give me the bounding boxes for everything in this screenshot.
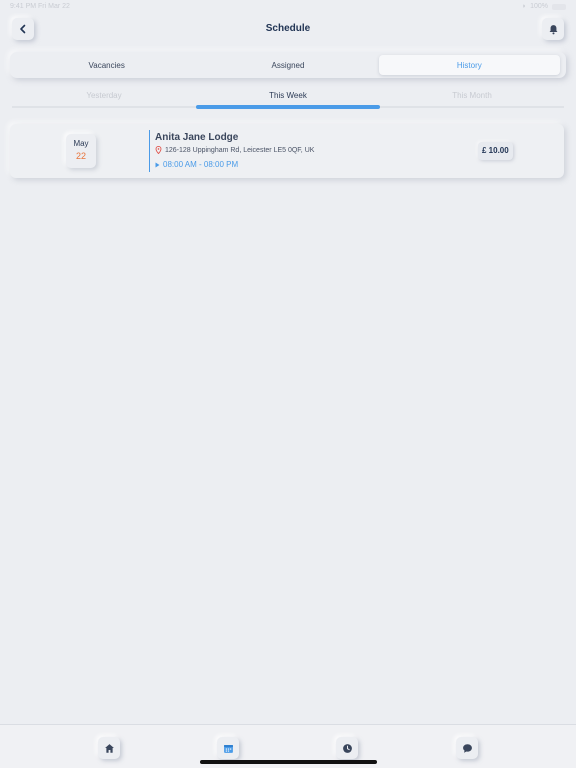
segment-history[interactable]: History: [378, 55, 560, 75]
map-pin-icon: [155, 146, 162, 154]
tab-this-month[interactable]: This Month: [380, 88, 564, 104]
home-indicator: [200, 760, 377, 764]
wifi-icon: ◗: [521, 3, 527, 10]
page-title: Schedule: [265, 23, 311, 34]
clock-icon: [342, 743, 352, 753]
shift-card[interactable]: May 22 Anita Jane Lodge 126-128 Uppingha…: [10, 124, 564, 178]
date-badge: May 22: [66, 134, 96, 168]
status-clock: 9:41 PM: [10, 3, 37, 10]
period-tabs: Yesterday This Week This Month: [12, 88, 564, 110]
nav-chat-button[interactable]: [456, 737, 478, 759]
segment-vacancies[interactable]: Vacancies: [16, 55, 197, 75]
header: Schedule: [0, 14, 576, 48]
shift-time-text: 08:00 AM - 08:00 PM: [163, 160, 239, 169]
tab-yesterday[interactable]: Yesterday: [12, 88, 196, 104]
battery-icon: [552, 3, 566, 10]
status-right: ◗ 100%: [522, 3, 566, 10]
status-bar: 9:41 PM Fri Mar 22 ◗ 100%: [0, 0, 576, 14]
shift-price: £ 10.00: [478, 142, 513, 160]
date-day: 22: [75, 151, 86, 161]
chat-icon: [462, 743, 472, 753]
play-icon: [155, 162, 160, 167]
status-time: 9:41 PM Fri Mar 22: [10, 3, 70, 10]
shift-location-name: Anita Jane Lodge: [155, 132, 239, 143]
nav-clock-button[interactable]: [336, 737, 358, 759]
shift-address-text: 126-128 Uppingham Rd, Leicester LE5 0QF,…: [165, 146, 315, 154]
tab-indicator: [196, 105, 380, 109]
date-month: May: [73, 139, 89, 148]
tab-this-week[interactable]: This Week: [196, 88, 380, 104]
bell-icon: [549, 24, 557, 34]
calendar-icon: [223, 744, 233, 753]
battery-percent: 100%: [530, 3, 548, 10]
nav-calendar-button[interactable]: [217, 737, 239, 759]
shift-time: 08:00 AM - 08:00 PM: [155, 160, 238, 169]
status-date: Fri Mar 22: [38, 3, 70, 10]
segmented-control: Vacancies Assigned History: [10, 52, 566, 78]
segment-assigned[interactable]: Assigned: [197, 55, 378, 75]
card-divider: [149, 130, 150, 172]
shift-address: 126-128 Uppingham Rd, Leicester LE5 0QF,…: [155, 146, 314, 154]
home-icon: [104, 743, 114, 753]
nav-home-button[interactable]: [98, 737, 120, 759]
notifications-button[interactable]: [542, 18, 564, 40]
